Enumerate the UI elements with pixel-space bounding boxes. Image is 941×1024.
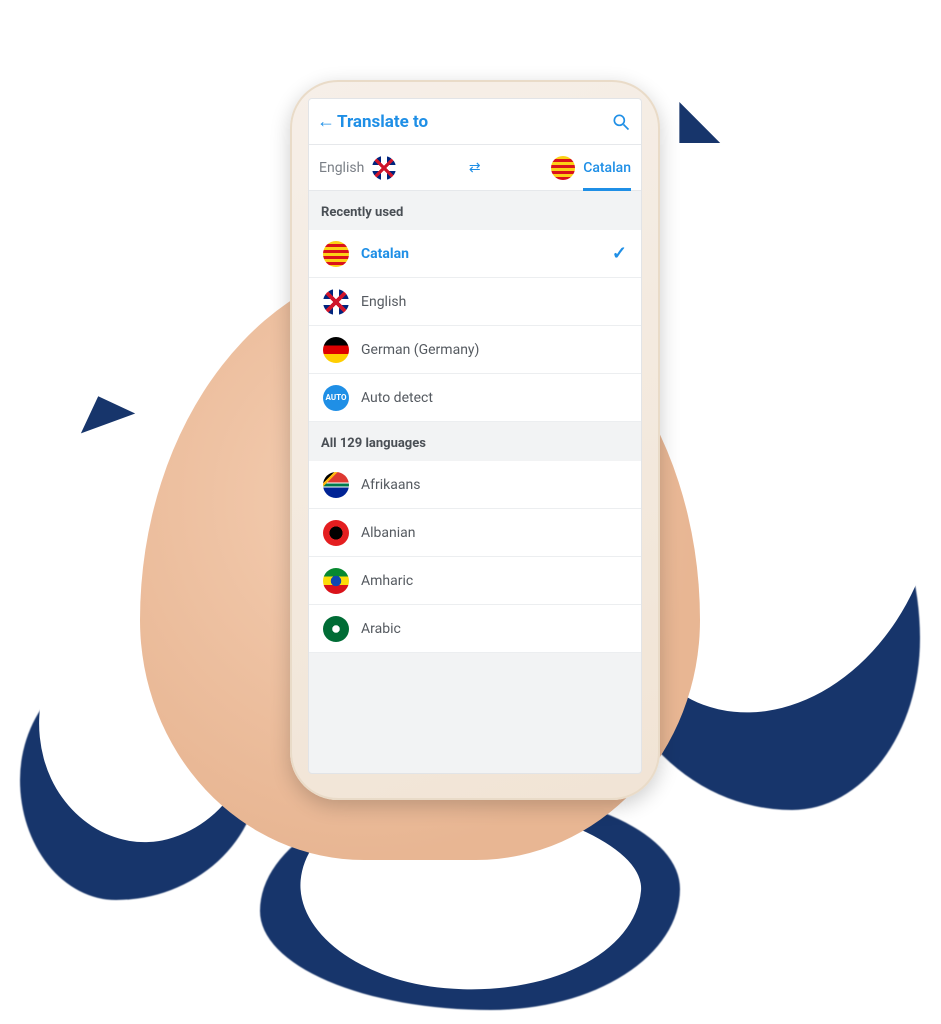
ethiopia-flag-icon: [323, 568, 349, 594]
language-name: Catalan: [361, 246, 600, 262]
source-language[interactable]: English: [319, 156, 396, 180]
swap-languages-icon[interactable]: ⇄: [469, 160, 479, 176]
uk-flag-icon: [323, 289, 349, 315]
language-name: German (Germany): [361, 342, 627, 358]
check-icon: ✓: [612, 243, 627, 264]
auto-detect-icon: AUTO: [323, 385, 349, 411]
language-row-amharic[interactable]: Amharic: [309, 557, 641, 605]
language-row-afrikaans[interactable]: Afrikaans: [309, 461, 641, 509]
source-language-label: English: [319, 160, 364, 176]
language-name: Afrikaans: [361, 477, 627, 493]
back-arrow-icon[interactable]: ←: [315, 111, 337, 132]
target-language[interactable]: Catalan: [551, 156, 631, 180]
header-title: Translate to: [337, 112, 428, 132]
language-row-german[interactable]: German (Germany): [309, 326, 641, 374]
catalan-flag-icon: [323, 241, 349, 267]
language-row-albanian[interactable]: Albanian: [309, 509, 641, 557]
language-pair-row: English ⇄ Catalan: [309, 145, 641, 191]
catalan-flag-icon: [551, 156, 575, 180]
language-row-catalan[interactable]: Catalan ✓: [309, 230, 641, 278]
language-row-english[interactable]: English: [309, 278, 641, 326]
phone-frame: ← Translate to English ⇄ Catalan Recentl…: [290, 80, 660, 800]
section-header-all: All 129 languages: [309, 422, 641, 461]
language-name: English: [361, 294, 627, 310]
header-bar: ← Translate to: [309, 99, 641, 145]
language-name: Arabic: [361, 621, 627, 637]
albania-flag-icon: [323, 520, 349, 546]
germany-flag-icon: [323, 337, 349, 363]
arabic-flag-icon: [323, 616, 349, 642]
language-row-auto-detect[interactable]: AUTO Auto detect: [309, 374, 641, 422]
language-row-arabic[interactable]: Arabic: [309, 605, 641, 653]
section-header-recent: Recently used: [309, 191, 641, 230]
app-screen: ← Translate to English ⇄ Catalan Recentl…: [308, 98, 642, 774]
uk-flag-icon: [372, 156, 396, 180]
south-africa-flag-icon: [323, 472, 349, 498]
language-name: Albanian: [361, 525, 627, 541]
language-name: Amharic: [361, 573, 627, 589]
search-icon[interactable]: [611, 112, 631, 132]
language-name: Auto detect: [361, 390, 627, 406]
target-language-label: Catalan: [583, 160, 631, 191]
